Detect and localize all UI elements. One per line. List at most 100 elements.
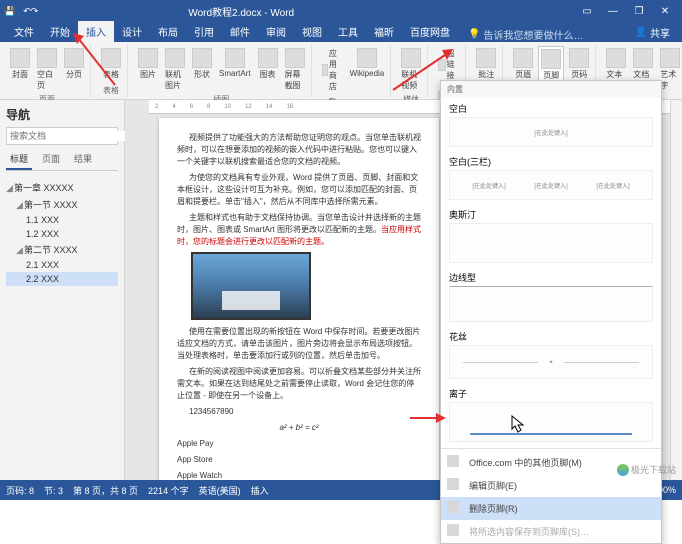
share-label: 共享 — [650, 25, 670, 40]
chart-button[interactable]: 图表 — [256, 46, 280, 82]
gallery-remove-footer[interactable]: 删除页脚(R) — [441, 497, 661, 520]
tell-me-box[interactable]: 💡 告诉我您想要做什么… — [468, 27, 583, 42]
watermark: 极光下载站 — [617, 463, 676, 476]
gallery-item-border[interactable]: 边线型 1 — [441, 267, 661, 326]
share-button[interactable]: 👤 共享 — [629, 23, 676, 42]
para-3[interactable]: 主题和样式也有助于文档保持协调。当您单击设计并选择新的主题时，图片、图表或 Sm… — [177, 212, 421, 248]
restore-button[interactable]: ❐ — [626, 6, 652, 17]
status-lang[interactable]: 英语(美国) — [199, 484, 241, 497]
online-picture-button[interactable]: 联机图片 — [163, 46, 187, 93]
group-illust: 图片 联机图片 形状 SmartArt 图表 屏幕截图 插图 — [132, 44, 312, 97]
side-strip — [670, 100, 682, 480]
comment-button[interactable]: 批注 — [474, 46, 498, 82]
status-words[interactable]: 2214 个字 — [148, 484, 189, 497]
tab-tools[interactable]: 工具 — [330, 21, 366, 42]
mouse-cursor-icon — [511, 415, 525, 435]
status-insert[interactable]: 插入 — [251, 484, 269, 497]
gallery-item-ion[interactable]: 离子 — [441, 383, 661, 446]
hyperlink-button[interactable]: 超链接 — [436, 46, 461, 83]
quick-access-undo-icon[interactable]: ↶ — [23, 6, 31, 17]
outline-h1[interactable]: ◢第一章 XXXXX — [6, 179, 118, 196]
gallery-builtin-header: 内置 — [441, 81, 661, 98]
onlinevideo-button[interactable]: 联机视频 — [399, 46, 423, 93]
gallery-edit-footer[interactable]: 编辑页脚(E) — [441, 474, 661, 497]
tab-view[interactable]: 视图 — [294, 21, 330, 42]
wikipedia-button[interactable]: Wikipedia — [348, 46, 387, 80]
pagenum-button[interactable]: 页码 — [567, 46, 591, 82]
para-6[interactable]: 1234567890 — [177, 406, 421, 418]
status-page[interactable]: 页码: 8 — [6, 484, 34, 497]
doc-title: Word教程2.docx - Word — [188, 4, 294, 19]
tab-review[interactable]: 审阅 — [258, 21, 294, 42]
outline-h2b[interactable]: ◢第二节 XXXX — [6, 241, 118, 258]
status-section[interactable]: 节: 3 — [44, 484, 63, 497]
outline-h3d[interactable]: 2.2 XXX — [6, 272, 118, 286]
formula[interactable]: a² + b² = c² — [177, 422, 421, 434]
nav-search-box[interactable]: 🔍 ▾ — [6, 127, 118, 145]
watermark-icon — [617, 464, 629, 476]
status-pages[interactable]: 第 8 页，共 8 页 — [73, 484, 138, 497]
page[interactable]: 视频提供了功能强大的方法帮助您证明您的观点。当您单击联机视频时，可以在想要添加的… — [159, 118, 439, 480]
tab-file[interactable]: 文件 — [6, 21, 42, 42]
tab-references[interactable]: 引用 — [186, 21, 222, 42]
gallery-item-blank[interactable]: 空白 [在此处键入] — [441, 98, 661, 151]
para-1[interactable]: 视频提供了功能强大的方法帮助您证明您的观点。当您单击联机视频时，可以在想要添加的… — [177, 132, 421, 168]
landscape-image[interactable] — [191, 252, 311, 320]
gallery-item-blank3[interactable]: 空白(三栏) [在此处键入][在此处键入][在此处键入] — [441, 151, 661, 204]
tab-home[interactable]: 开始 — [42, 21, 78, 42]
close-button[interactable]: ✕ — [652, 6, 678, 17]
outline-h3c[interactable]: 2.1 XXX — [6, 258, 118, 272]
nav-search-input[interactable] — [10, 131, 127, 141]
nav-tab-headings[interactable]: 标题 — [6, 149, 32, 170]
table-button[interactable]: 表格 — [99, 46, 123, 82]
header-button[interactable]: 页眉 — [511, 46, 535, 82]
nav-pane: 导航 🔍 ▾ 标题 页面 结果 ◢第一章 XXXXX ◢第一节 XXXX 1.1… — [0, 100, 125, 480]
tab-fuxin[interactable]: 福昕 — [366, 21, 402, 42]
tab-layout[interactable]: 布局 — [150, 21, 186, 42]
edit-icon — [447, 478, 459, 490]
outline-h3b[interactable]: 1.2 XXX — [6, 227, 118, 241]
title-bar: 💾 ↶ ↷ Word教程2.docx - Word ▭ — ❐ ✕ — [0, 0, 682, 22]
group-addins: 应用商店 我的加载项 Wikipedia 加载项 — [316, 44, 392, 97]
list-1[interactable]: Apple Pay — [177, 438, 421, 450]
smartart-button[interactable]: SmartArt — [217, 46, 253, 80]
page-break-button[interactable]: 分页 — [62, 46, 86, 82]
nav-outline: ◢第一章 XXXXX ◢第一节 XXXX 1.1 XXX 1.2 XXX ◢第二… — [6, 175, 118, 286]
list-2[interactable]: App Store — [177, 454, 421, 466]
screenshot-button[interactable]: 屏幕截图 — [283, 46, 307, 93]
gallery-item-austin[interactable]: 奥斯汀 — [441, 204, 661, 267]
quick-access-redo-icon[interactable]: ↷ — [31, 6, 39, 17]
bulb-icon: 💡 — [468, 29, 480, 40]
cover-page-button[interactable]: 封面 — [8, 46, 32, 82]
cloud-icon — [447, 455, 459, 467]
store-button[interactable]: 应用商店 — [320, 46, 345, 94]
save-icon — [447, 524, 459, 536]
picture-button[interactable]: 图片 — [136, 46, 160, 82]
outline-h3a[interactable]: 1.1 XXX — [6, 213, 118, 227]
share-icon: 👤 — [635, 27, 647, 38]
para-5[interactable]: 在新的阅读视图中阅读更加容易。可以折叠文档某些部分并关注所需文本。如果在达到结尾… — [177, 366, 421, 402]
tab-insert[interactable]: 插入 — [78, 21, 114, 42]
nav-tabs: 标题 页面 结果 — [6, 149, 118, 171]
tab-baidu[interactable]: 百度网盘 — [402, 21, 458, 42]
para-2[interactable]: 为使您的文档具有专业外观，Word 提供了页眉、页脚、封面和文本框设计，这些设计… — [177, 172, 421, 208]
nav-tab-pages[interactable]: 页面 — [38, 149, 64, 170]
outline-h2a[interactable]: ◢第一节 XXXX — [6, 196, 118, 213]
nav-tab-results[interactable]: 结果 — [70, 149, 96, 170]
ribbon-tabs: 文件 开始 插入 设计 布局 引用 邮件 审阅 视图 工具 福昕 百度网盘 💡 … — [0, 22, 682, 42]
para-4[interactable]: 使用在需要位置出现的新按钮在 Word 中保存时间。若要更改图片适应文档的方式，… — [177, 326, 421, 362]
tell-me-text: 告诉我您想要做什么… — [483, 27, 583, 42]
gallery-save-footer: 将所选内容保存到页脚库(S)… — [441, 520, 661, 543]
minimize-button[interactable]: — — [600, 6, 626, 17]
footer-button[interactable]: 页脚 — [538, 46, 564, 84]
blank-page-button[interactable]: 空白页 — [35, 46, 59, 93]
group-pages: 封面 空白页 分页 页面 — [4, 44, 91, 97]
tab-mail[interactable]: 邮件 — [222, 21, 258, 42]
gallery-item-flower[interactable]: 花丝 ✦ — [441, 326, 661, 383]
quick-access-save-icon[interactable]: 💾 — [4, 6, 15, 17]
ribbon-options-icon[interactable]: ▭ — [574, 6, 600, 17]
shapes-button[interactable]: 形状 — [190, 46, 214, 82]
list-3[interactable]: Apple Watch — [177, 470, 421, 480]
tab-design[interactable]: 设计 — [114, 21, 150, 42]
nav-title: 导航 — [6, 106, 118, 123]
